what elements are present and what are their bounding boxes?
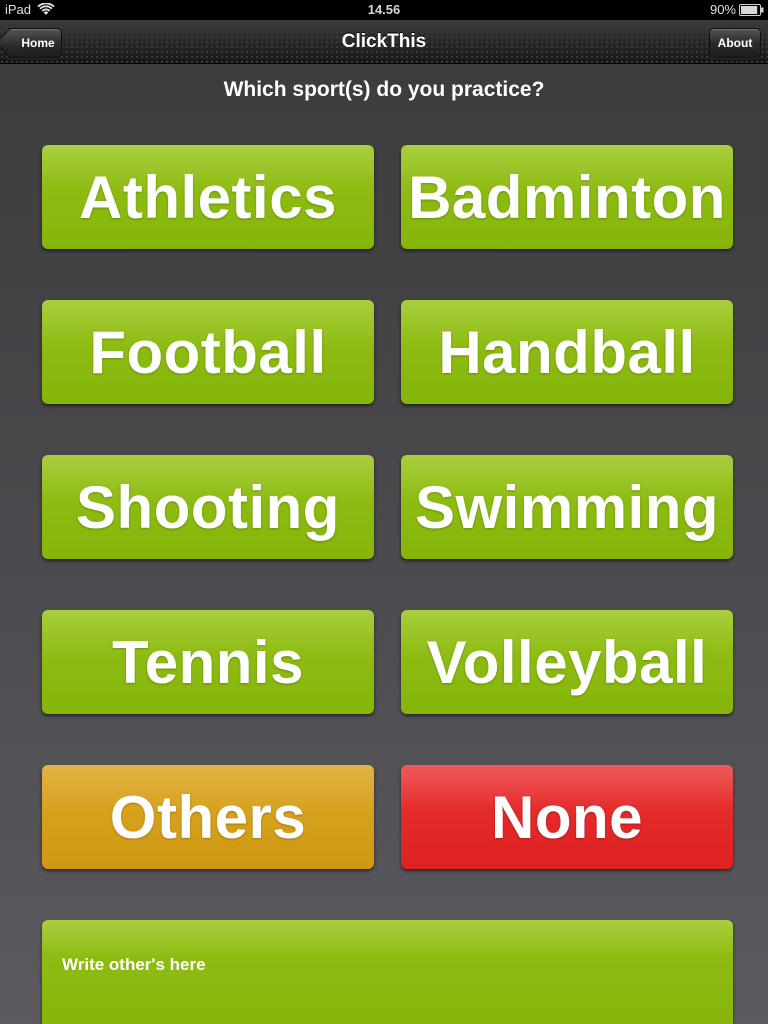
question-text: Which sport(s) do you practice? (223, 78, 545, 101)
wifi-icon (37, 3, 55, 15)
about-button[interactable]: About (709, 28, 761, 58)
others-field-container (42, 920, 733, 1024)
page-title: ClickThis (341, 31, 427, 52)
option-football-button[interactable]: Football (42, 300, 374, 404)
option-athletics-button[interactable]: Athletics (42, 145, 374, 249)
option-none-button[interactable]: None (401, 765, 733, 869)
option-shooting-button[interactable]: Shooting (42, 455, 374, 559)
option-tennis-button[interactable]: Tennis (42, 610, 374, 714)
battery-percentage: 90% (709, 2, 736, 17)
option-volleyball-button[interactable]: Volleyball (401, 610, 733, 714)
option-others-button[interactable]: Others (42, 765, 374, 869)
device-name: iPad (5, 2, 32, 17)
option-badminton-button[interactable]: Badminton (401, 145, 733, 249)
home-button[interactable]: Home (7, 28, 62, 58)
option-swimming-button[interactable]: Swimming (401, 455, 733, 559)
battery-icon (739, 4, 764, 16)
others-text-input[interactable] (62, 950, 702, 980)
option-handball-button[interactable]: Handball (401, 300, 733, 404)
status-time: 14.56 (367, 2, 401, 17)
status-bar: iPad 14.56 90% (0, 0, 768, 20)
navigation-bar: ClickThis Home About (0, 20, 768, 64)
